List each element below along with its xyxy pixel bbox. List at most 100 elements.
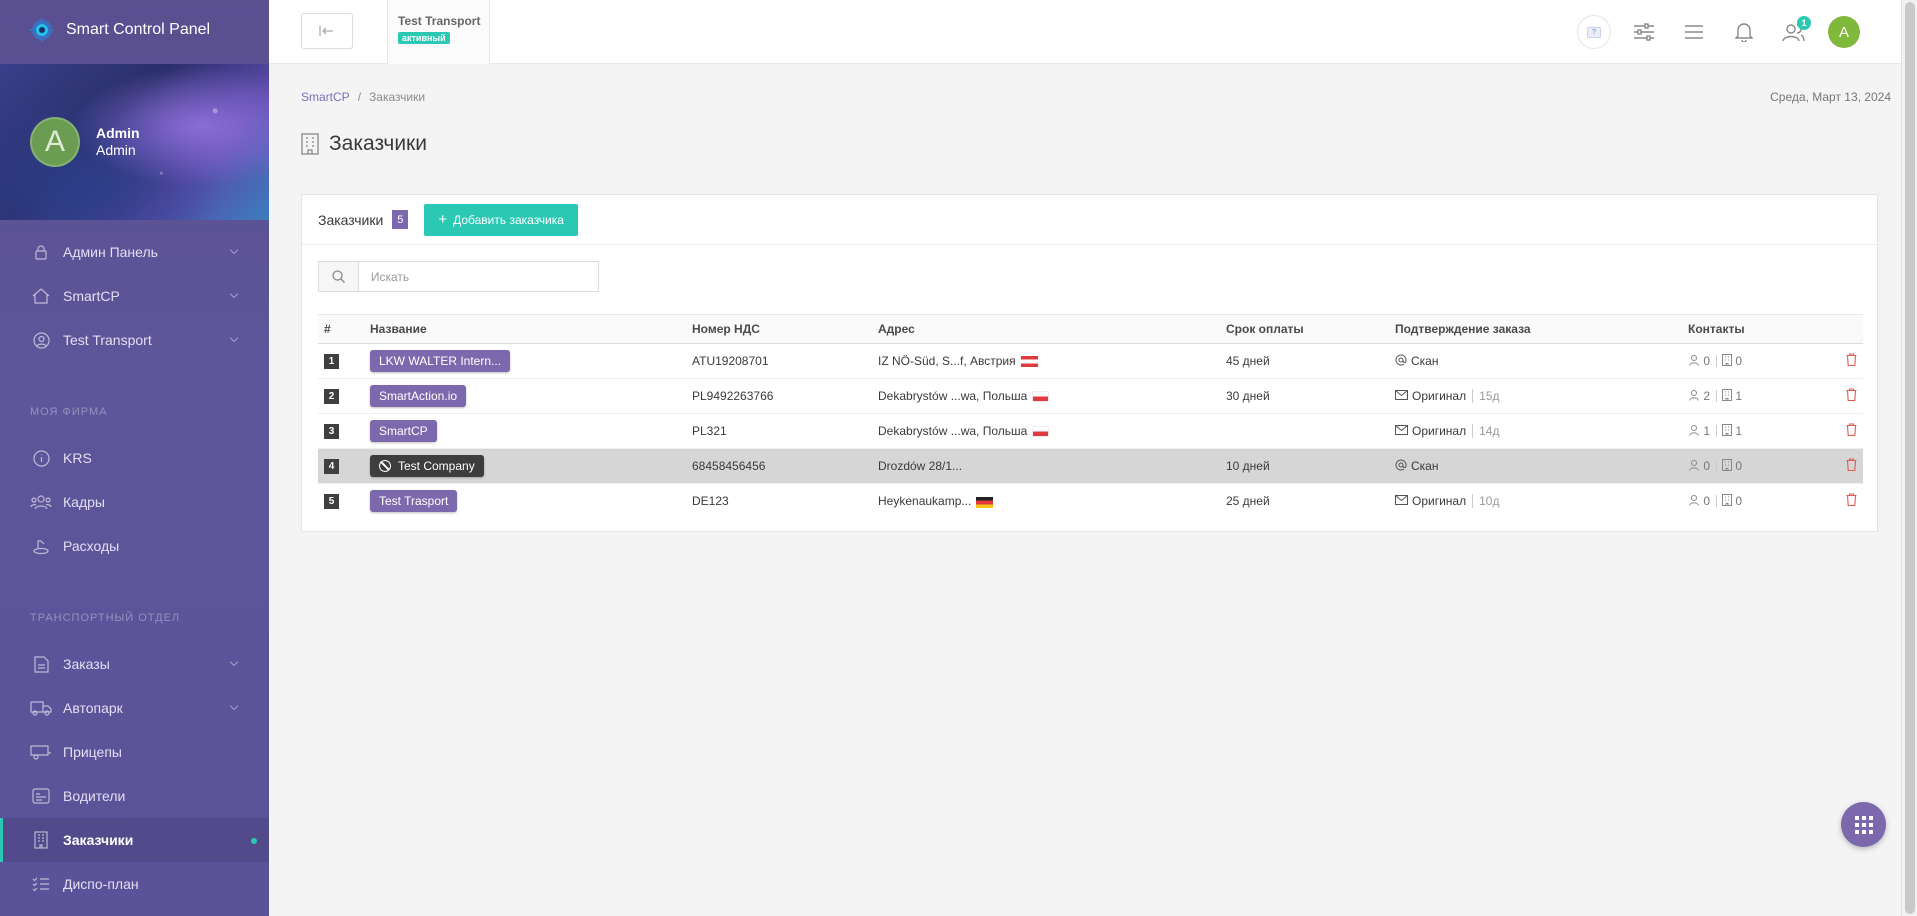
truck-icon [30,699,52,717]
avatar[interactable]: A [30,117,80,167]
collapse-sidebar-button[interactable] [301,13,353,49]
building-icon [1722,353,1733,369]
address-text: IZ NÖ-Süd, S...f, Австрия [878,354,1016,368]
contacts-cell: 0 0 [1682,448,1838,484]
notifications-button[interactable] [1719,14,1769,50]
table-row[interactable]: 2 SmartAction.io PL9492263766 Dekabrystów .… [318,378,1863,414]
confirmation-days: 10д [1472,494,1499,509]
confirmation-cell: Скан [1389,448,1682,484]
column-header-number[interactable]: # [318,314,364,344]
current-date: Среда, Март 13, 2024 [1770,90,1891,104]
buildings-count[interactable]: 1 [1722,423,1742,439]
sidebar-item-trailers[interactable]: Прицепы [0,730,269,774]
user-menu[interactable]: A [1819,14,1869,50]
sidebar-item-fleet[interactable]: Автопарк [0,686,269,730]
profile-panel: A Admin Admin [0,64,269,220]
filters-button[interactable] [1619,14,1669,50]
sidebar-item-krs[interactable]: KRS [0,436,269,480]
sidebar-item-label: SmartCP [63,288,120,304]
search-input[interactable] [358,262,598,291]
address-cell: Heykenaukamp... [872,484,1220,519]
column-header-order-confirmation[interactable]: Подтверждение заказа [1389,314,1682,344]
buildings-count-value: 0 [1735,459,1743,473]
sidebar-item-label: Заказчики [63,832,134,848]
persons-count[interactable]: 1 [1688,424,1710,439]
chevron-down-icon [229,245,239,255]
row-number: 1 [324,354,339,369]
trash-icon[interactable] [1846,353,1857,369]
row-number: 2 [324,389,339,404]
sidebar-item-test-transport[interactable]: Test Transport [0,318,269,362]
buildings-count-value: 0 [1735,354,1743,368]
apps-menu-button[interactable] [1841,802,1886,847]
sidebar-item-orders[interactable]: Заказы [0,642,269,686]
column-header-payment-term[interactable]: Срок оплаты [1220,314,1389,344]
column-header-name[interactable]: Название [364,314,686,344]
topbar-actions: ? 1 A [1569,0,1869,64]
buildings-count[interactable]: 0 [1722,493,1742,509]
column-header-address[interactable]: Адрес [872,314,1220,344]
sidebar-item-label: Админ Панель [63,244,158,260]
confirmation-days: 15д [1472,389,1499,403]
sidebar-item-admin-panel[interactable]: Админ Панель [0,230,269,274]
sidebar-item-dispo-plan[interactable]: Диспо-план [0,862,269,906]
arrow-left-icon [319,26,333,36]
column-header-vat[interactable]: Номер НДС [686,314,872,344]
customer-name-tag[interactable]: SmartAction.io [370,385,467,407]
users-icon [30,493,52,511]
customer-name-tag[interactable]: Test Trasport [370,490,458,513]
menu-button[interactable] [1669,14,1719,50]
add-customer-button[interactable]: + Добавить заказчика [424,203,578,236]
company-tab[interactable]: Test Transport активный [387,0,490,64]
table-row[interactable]: 4 Test Company 68458456456 Drozdów 28/1... 1… [318,448,1863,484]
persons-count[interactable]: 0 [1688,354,1710,369]
persons-count[interactable]: 0 [1688,494,1710,509]
table-row[interactable]: 1 LKW WALTER Intern... ATU19208701 IZ NÖ-Sü… [318,343,1863,379]
person-icon [1688,389,1700,404]
sidebar-item-label: KRS [63,450,92,466]
flag-icon [976,496,994,508]
trash-icon[interactable] [1846,458,1857,474]
team-button[interactable]: 1 [1769,14,1819,50]
persons-count[interactable]: 0 [1688,459,1710,474]
customer-name-tag[interactable]: SmartCP [370,420,437,442]
sidebar-item-expenses[interactable]: Расходы [0,524,269,568]
table-row[interactable]: 5 Test Trasport DE123 Heykenaukamp... 25 дне… [318,484,1863,519]
sidebar-item-drivers[interactable]: Водители [0,774,269,818]
persons-count-value: 0 [1703,494,1711,509]
hamburger-icon [1685,25,1703,39]
column-header-contacts[interactable]: Контакты [1682,314,1838,344]
avatar: A [1828,16,1860,48]
sidebar-item-staff[interactable]: Кадры [0,480,269,524]
trash-icon[interactable] [1846,493,1857,509]
customer-name-tag[interactable]: Test Company [370,455,484,477]
persons-count[interactable]: 2 [1688,389,1710,404]
vat-number: PL9492263766 [686,378,872,414]
confirmation-cell: Оригинал 14д [1389,413,1682,449]
trash-icon[interactable] [1846,423,1857,439]
page-scrollbar[interactable] [1901,0,1917,916]
brand[interactable]: Smart Control Panel [0,0,269,60]
sidebar-item-smartcp[interactable]: SmartCP [0,274,269,318]
address-text: Heykenaukamp... [878,494,972,509]
trailer-icon [30,743,52,761]
driver-icon [30,787,52,805]
search-icon [319,262,359,291]
help-button[interactable]: ? [1569,14,1619,50]
scrollbar-thumb[interactable] [1905,2,1915,914]
trash-icon[interactable] [1846,388,1857,404]
customer-name: Test Company [398,459,475,473]
buildings-count[interactable]: 0 [1722,353,1743,369]
table-row[interactable]: 3 SmartCP PL321 Dekabrystów ...wa, Польша Ор… [318,413,1863,449]
breadcrumb-link-root[interactable]: SmartCP [301,90,350,104]
grid-icon [1854,815,1873,834]
building-icon [30,831,52,849]
person-icon [1688,424,1700,439]
sidebar-item-customers[interactable]: Заказчики [0,818,269,862]
buildings-count[interactable]: 1 [1722,388,1742,404]
building-icon [1722,423,1733,439]
buildings-count[interactable]: 0 [1722,458,1743,474]
customer-name-tag[interactable]: LKW WALTER Intern... [370,350,511,372]
mail-icon [1395,389,1408,403]
page-title: Заказчики [301,132,427,156]
